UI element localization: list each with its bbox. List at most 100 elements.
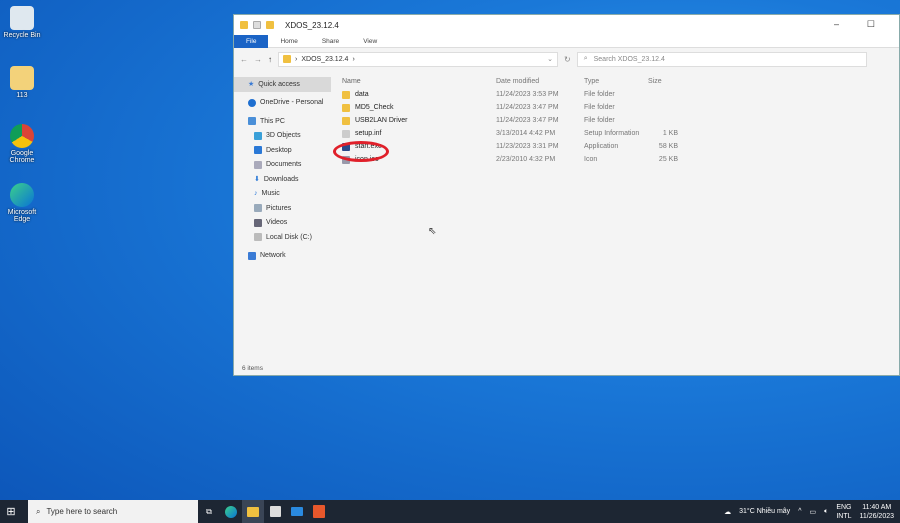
desktop-icon bbox=[254, 146, 262, 155]
file-row[interactable]: USB2LAN Driver 11/24/2023 3:47 PM File fol… bbox=[338, 114, 899, 127]
file-date: 11/24/2023 3:47 PM bbox=[496, 104, 559, 111]
cube-icon bbox=[254, 131, 262, 140]
column-name[interactable]: Name bbox=[338, 78, 496, 85]
folder-icon bbox=[240, 21, 248, 29]
desktop-icon-113[interactable]: 113 bbox=[2, 66, 42, 99]
file-date: 3/13/2014 4:42 PM bbox=[496, 130, 556, 137]
app-icon[interactable] bbox=[308, 500, 330, 523]
file-row[interactable]: icon.ico 2/23/2010 4:32 PM Icon 25 KB bbox=[338, 153, 899, 166]
network-icon[interactable]: ▭ bbox=[809, 508, 816, 516]
store-icon[interactable] bbox=[264, 500, 286, 523]
ribbon: File Home Share View bbox=[234, 34, 899, 48]
nav-pictures[interactable]: Pictures bbox=[234, 201, 331, 216]
volume-icon[interactable]: 🔈︎ bbox=[824, 508, 828, 516]
network-icon bbox=[248, 251, 256, 260]
new-folder-icon[interactable] bbox=[266, 21, 274, 29]
file-row[interactable]: start.exe 11/23/2023 3:31 PM Application 58… bbox=[338, 140, 899, 153]
taskbar: ⊞ ⌕ Type here to search ⧉ ☁ 31°C Nhiều mâ… bbox=[0, 500, 900, 523]
red-highlight-circle bbox=[333, 141, 389, 162]
task-view-icon[interactable]: ⧉ bbox=[198, 500, 220, 523]
back-icon[interactable]: ← bbox=[240, 55, 248, 64]
nav-3d-objects[interactable]: 3D Objects bbox=[234, 129, 331, 144]
weather-text[interactable]: 31°C Nhiều mây bbox=[739, 508, 790, 515]
forward-icon[interactable]: → bbox=[254, 55, 262, 64]
file-icon bbox=[10, 66, 34, 90]
language-indicator[interactable]: ENG INTL bbox=[836, 503, 851, 521]
nav-network[interactable]: Network bbox=[234, 249, 331, 264]
nav-onedrive[interactable]: OneDrive - Personal bbox=[234, 96, 331, 111]
folder-icon bbox=[342, 90, 350, 99]
file-row[interactable]: data 11/24/2023 3:53 PM File folder bbox=[338, 88, 899, 101]
mail-icon[interactable] bbox=[286, 500, 308, 523]
file-date: 2/23/2010 4:32 PM bbox=[496, 156, 556, 163]
status-bar: 6 items bbox=[242, 365, 263, 372]
file-icon bbox=[342, 129, 350, 138]
tab-file[interactable]: File bbox=[234, 34, 269, 48]
column-date[interactable]: Date modified bbox=[496, 78, 584, 85]
tab-view[interactable]: View bbox=[351, 35, 389, 48]
column-type[interactable]: Type bbox=[584, 78, 648, 85]
file-type: File folder bbox=[584, 104, 615, 111]
column-size[interactable]: Size bbox=[648, 78, 678, 85]
system-tray: ☁ 31°C Nhiều mây ^ ▭ 🔈︎ ENG INTL 11:40 AM… bbox=[724, 500, 894, 523]
nav-this-pc[interactable]: This PC bbox=[234, 114, 331, 129]
file-type: File folder bbox=[584, 117, 615, 124]
properties-icon[interactable] bbox=[253, 21, 261, 29]
file-row[interactable]: setup.inf 3/13/2014 4:42 PM Setup Informat… bbox=[338, 127, 899, 140]
nav-downloads[interactable]: ⬇ Downloads bbox=[234, 172, 331, 187]
file-date: 11/24/2023 3:47 PM bbox=[496, 117, 559, 124]
desktop-icon-edge[interactable]: Microsoft Edge bbox=[2, 183, 42, 223]
up-icon[interactable]: ↑ bbox=[268, 55, 272, 64]
folder-icon bbox=[342, 116, 350, 125]
folder-icon bbox=[342, 103, 350, 112]
download-icon: ⬇ bbox=[254, 176, 260, 184]
file-date: 11/24/2023 3:53 PM bbox=[496, 91, 559, 98]
refresh-icon[interactable]: ↻ bbox=[564, 55, 571, 64]
file-size: 1 KB bbox=[662, 130, 678, 137]
chevron-down-icon[interactable]: ⌄ bbox=[547, 55, 553, 63]
edge-icon[interactable] bbox=[220, 500, 242, 523]
title-bar: XDOS_23.12.4 – ☐ bbox=[234, 15, 899, 35]
picture-icon bbox=[254, 204, 262, 213]
taskbar-search[interactable]: ⌕ Type here to search bbox=[28, 500, 198, 523]
chrome-icon bbox=[10, 124, 34, 148]
music-icon: ♪ bbox=[254, 190, 258, 198]
nav-documents[interactable]: Documents bbox=[234, 158, 331, 173]
file-size: 25 KB bbox=[658, 156, 678, 163]
nav-videos[interactable]: Videos bbox=[234, 216, 331, 231]
star-icon: ★ bbox=[248, 81, 255, 89]
address-bar[interactable]: › XDOS_23.12.4 › ⌄ bbox=[278, 51, 558, 67]
minimize-button[interactable]: – bbox=[834, 19, 839, 29]
column-headers: Name Date modified Type Size bbox=[338, 75, 899, 88]
maximize-button[interactable]: ☐ bbox=[867, 19, 875, 30]
nav-desktop[interactable]: Desktop bbox=[234, 143, 331, 158]
file-explorer-taskbar-icon[interactable] bbox=[242, 500, 264, 523]
window-title: XDOS_23.12.4 bbox=[285, 20, 339, 30]
tab-home[interactable]: Home bbox=[268, 35, 309, 48]
disk-icon bbox=[254, 233, 262, 242]
edge-icon bbox=[10, 183, 34, 207]
start-button[interactable]: ⊞ bbox=[0, 500, 22, 523]
desktop-icon-chrome[interactable]: Google Chrome bbox=[2, 124, 42, 164]
document-icon bbox=[254, 160, 262, 169]
file-name: data bbox=[355, 91, 369, 98]
clock[interactable]: 11:40 AM 11/26/2023 bbox=[859, 503, 894, 521]
file-type: Icon bbox=[584, 156, 598, 163]
video-icon bbox=[254, 218, 262, 227]
desktop-icon-recycle-bin[interactable]: Recycle Bin bbox=[2, 6, 42, 39]
search-input[interactable]: ⌕ Search XDOS_23.12.4 bbox=[576, 51, 867, 67]
pc-icon bbox=[248, 117, 256, 126]
file-size: 58 KB bbox=[658, 143, 678, 150]
nav-music[interactable]: ♪ Music bbox=[234, 187, 331, 202]
file-row[interactable]: MD5_Check 11/24/2023 3:47 PM File folder bbox=[338, 101, 899, 114]
tab-share[interactable]: Share bbox=[310, 35, 351, 48]
file-explorer-window: XDOS_23.12.4 – ☐ File Home Share View ← →… bbox=[233, 14, 900, 376]
chevron-up-icon[interactable]: ^ bbox=[798, 508, 801, 515]
file-type: File folder bbox=[584, 91, 615, 98]
nav-quick-access[interactable]: ★ Quick access bbox=[234, 77, 331, 92]
file-date: 11/23/2023 3:31 PM bbox=[496, 143, 559, 150]
file-type: Setup Information bbox=[584, 130, 640, 137]
mouse-cursor-icon: ⇖ bbox=[428, 226, 437, 237]
search-icon: ⌕ bbox=[583, 55, 588, 62]
nav-local-disk[interactable]: Local Disk (C:) bbox=[234, 230, 331, 245]
